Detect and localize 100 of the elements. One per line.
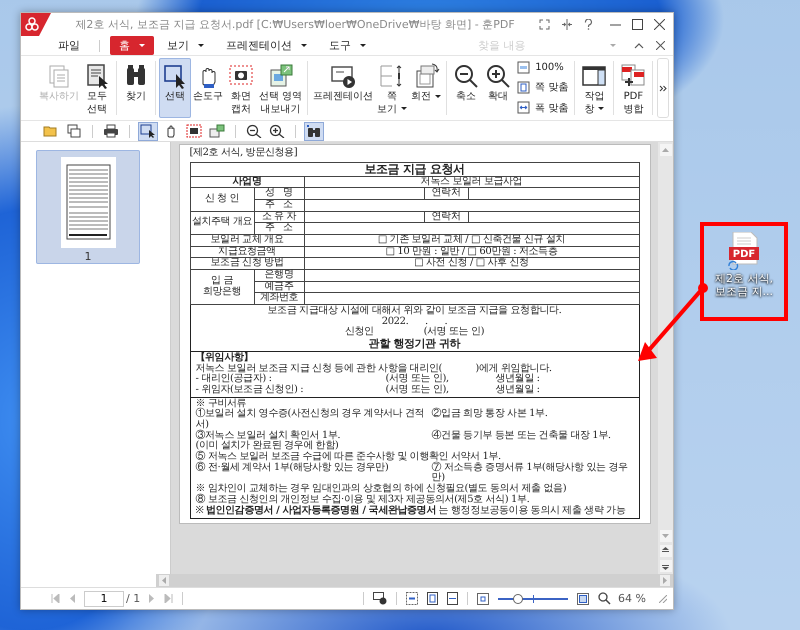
capture-button[interactable]: 화면 캡처 xyxy=(225,58,257,118)
menu-tab[interactable]: 파일 xyxy=(49,36,89,55)
cursor-icon[interactable] xyxy=(138,122,158,140)
form-label: 주 소 xyxy=(254,199,304,212)
menu-tab[interactable]: 홈 xyxy=(110,36,154,55)
desktop-file-icon[interactable]: PDF 제2호 서식, 보조금 지... xyxy=(710,232,778,298)
select-all-button[interactable]: 모두 선택 xyxy=(81,58,113,118)
print-icon[interactable] xyxy=(101,122,121,140)
form-value: 저녹스 보일러 보급사업 xyxy=(304,176,639,188)
actual-size-icon[interactable] xyxy=(406,592,418,605)
binoculars-icon[interactable] xyxy=(304,122,324,140)
resize-grip-icon[interactable] xyxy=(659,594,667,602)
split-view-icon[interactable] xyxy=(561,19,573,30)
hand-tool-button[interactable]: 손도구 xyxy=(191,58,225,118)
maximize-icon[interactable] xyxy=(632,19,643,30)
close-icon[interactable] xyxy=(656,41,665,50)
attachment-item: ※ 법인인감증명서 / 사업자등록증명원 / 국세완납증명서 는 행정정보공동이용 동의시 제출 생략 가능 xyxy=(196,506,626,516)
zoom-slider[interactable] xyxy=(498,594,568,604)
fit-page-icon xyxy=(517,80,530,94)
fullscreen-icon[interactable] xyxy=(539,19,550,30)
form-label: 연락처 xyxy=(424,211,468,223)
attachments-heading: ※ 구비서류 xyxy=(196,398,246,409)
attachment-item: ※ 임차인이 교체하는 경우 임대인과의 상호협의 하에 신청필요(별도 동의서 제출 없음) xyxy=(196,484,568,494)
attachment-item: ⑦ 저소득층 증명서류 1부(해당사항 있는 경우만) xyxy=(432,462,629,484)
fit-page-icon[interactable] xyxy=(577,592,590,604)
vertical-scrollbar[interactable] xyxy=(658,142,673,574)
birth-date-label: 생년월일 : xyxy=(496,374,540,384)
menu-tab[interactable]: 도구 xyxy=(320,36,375,55)
menu-tab[interactable]: 보기 xyxy=(158,36,213,55)
export-button[interactable]: 선택 영역 내보내기 xyxy=(257,58,304,118)
form-label: 입 금 희망은행 xyxy=(190,270,254,305)
select-tool-button[interactable]: 선택 xyxy=(159,58,191,118)
form-label: 계좌번호 xyxy=(254,292,304,305)
form-label: 예금주 xyxy=(254,281,304,293)
attachment-item: ⑧ 보조금 신청인의 개인정보 수집·이용 및 제3자 제공동의서(제5호 서식) 1부. xyxy=(196,494,530,505)
previous-page-icon[interactable] xyxy=(660,545,672,557)
signature-note: (서명 또는 인), xyxy=(386,374,450,384)
form-value: □ 사전 신청 / □ 사후 신청 xyxy=(304,258,639,270)
page-number-field[interactable]: 1 xyxy=(84,590,124,606)
addressee: 관할 행정기관 귀하 xyxy=(368,338,462,350)
signature-note: (서명 또는 인) xyxy=(424,327,484,338)
form-label: 신 청 인 xyxy=(190,188,254,212)
pdf-merge-button[interactable]: PDF 병합 xyxy=(617,58,650,118)
form-value: □ 10 만원 : 일반 / □ 60만원 : 저소득층 xyxy=(304,246,639,258)
actual-size-icon xyxy=(517,61,530,74)
attachment-item: ②입금 희망 통장 사본 1부. xyxy=(432,409,548,422)
search-icon[interactable] xyxy=(598,592,612,605)
delegation-label: - 대리인(공급자) : xyxy=(196,374,273,384)
double-chevron-icon xyxy=(659,84,667,92)
zoom-slider-thumb[interactable] xyxy=(512,594,523,604)
actual-size-button[interactable]: 100% xyxy=(514,61,572,74)
attachment-item: ⑥ 전·월세 계약서 1부(해당사항 있는 경우만) xyxy=(196,462,390,475)
form-number: [제2호 서식, 방문신청용] xyxy=(190,148,298,159)
presentation-icon[interactable] xyxy=(373,592,388,605)
window-title: 제2호 서식, 보조금 지급 요청서.pdf [C:₩Users₩loer₩OneDrive₩바탕 화면] - 훈PDF xyxy=(74,17,516,32)
attachment-item: (이미 설치가 완료된 경우에 한함) xyxy=(196,441,340,452)
zoom-in-button[interactable]: 확대 xyxy=(482,58,514,118)
birth-date-label: 생년월일 : xyxy=(496,384,540,396)
actual-size-icon[interactable] xyxy=(477,592,490,604)
form-title: 보조금 지급 요청서 xyxy=(190,162,639,176)
form-label: 은행명 xyxy=(254,270,304,282)
fit-width-icon[interactable] xyxy=(447,592,458,605)
help-icon[interactable] xyxy=(584,19,593,30)
page-view-button[interactable]: 쪽 보기 xyxy=(375,58,410,118)
close-icon[interactable] xyxy=(654,19,665,30)
form-value: □ 기존 보일러 교체 / □ 신축건물 신규 설치 xyxy=(304,234,639,246)
form-label: 보조금 신청 방법 xyxy=(190,258,304,270)
presentation-button[interactable]: 프레젠테이션 xyxy=(311,58,376,118)
form-label: 소 유 자 xyxy=(254,211,304,223)
zoom-out-button[interactable]: 축소 xyxy=(450,58,482,118)
form-label: 주 소 xyxy=(254,222,304,234)
form-label: 지급요청금액 xyxy=(190,246,304,258)
form-label: 보일러 교체 개요 xyxy=(190,234,304,246)
fit-page-icon[interactable] xyxy=(427,592,438,605)
export-icon[interactable] xyxy=(207,122,227,140)
fit-page-button[interactable]: 쪽 맞춤 xyxy=(514,80,572,94)
menu-tab[interactable]: 프레젠테이션 xyxy=(217,36,316,55)
fit-width-button[interactable]: 폭 맞춤 xyxy=(514,100,572,115)
collapse-ribbon-icon[interactable] xyxy=(634,42,644,49)
attachment-item: ③저녹스 보일러 설치 확인서 1부. xyxy=(196,430,342,441)
page-thumbnail[interactable]: 1 xyxy=(36,150,140,264)
attachment-item: ④건물 등기부 등본 또는 건축물 대장 1부. xyxy=(432,430,612,442)
form-label: 연락처 xyxy=(424,188,468,200)
attachment-item: ①보일러 설치 영수증(사전신청의 경우 계약서나 견적서) xyxy=(196,409,426,430)
camera-icon[interactable] xyxy=(184,122,204,140)
request-statement: 보조금 지급대상 시설에 대해서 위와 같이 보조금 지급을 요청합니다. xyxy=(266,306,562,316)
zoom-in-icon xyxy=(484,62,512,90)
form-label: 사업명 xyxy=(190,176,304,188)
find-button[interactable]: 찾기 xyxy=(120,58,152,118)
form-label: 설치주택 개요 xyxy=(190,211,254,234)
task-pane-button[interactable]: 작업 창 xyxy=(578,58,610,118)
fit-width-icon xyxy=(517,101,530,114)
zoom-level: 64 % xyxy=(618,592,646,605)
next-page-icon[interactable] xyxy=(660,560,672,572)
date-line: 2022. . . xyxy=(380,316,448,327)
zoom-out-icon xyxy=(452,62,480,90)
applicant-label: 신청인 xyxy=(344,327,374,338)
delegation-text: 저녹스 보일러 보조금 지급 신청 등에 관한 사항을 대리인( )에게 위임합니다. xyxy=(196,364,553,374)
caret-icon xyxy=(610,44,616,47)
rotate-button[interactable]: 회전 xyxy=(409,58,444,118)
